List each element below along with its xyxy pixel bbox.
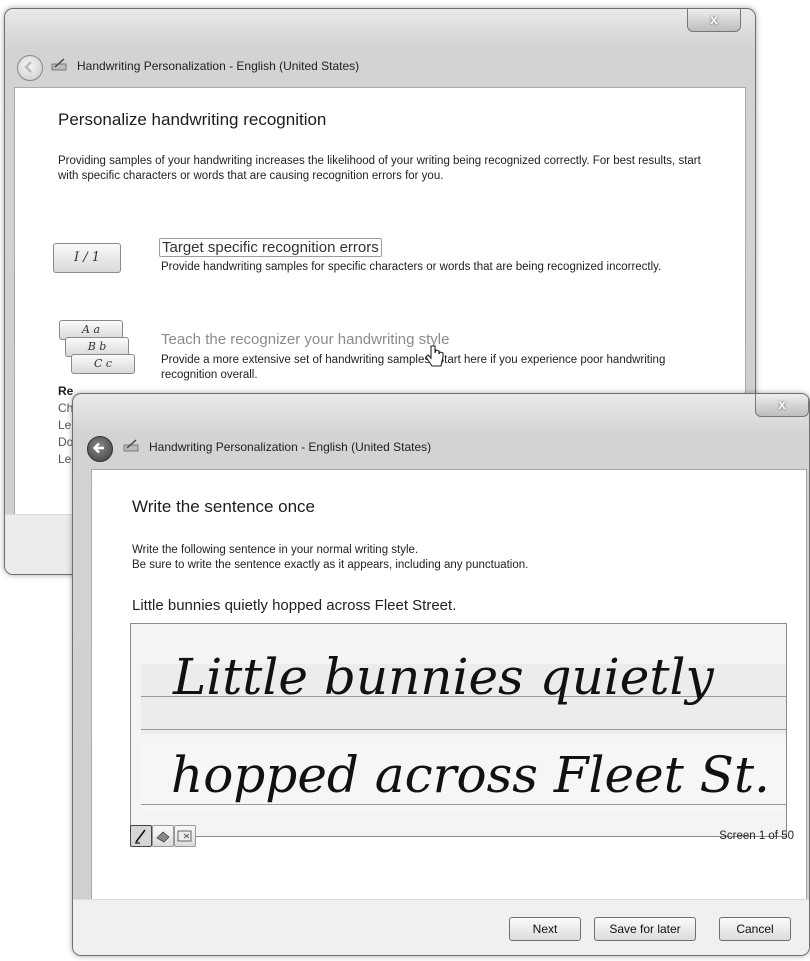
clear-tool-button[interactable] <box>174 825 196 847</box>
content-panel: Write the sentence once Write the follow… <box>91 469 807 903</box>
cut-off-link[interactable]: Le <box>58 418 71 432</box>
screen-counter: Screen 1 of 50 <box>719 830 794 842</box>
cancel-button[interactable]: Cancel <box>719 917 791 941</box>
card-c: C c <box>71 354 135 374</box>
write-sentence-window: x Handwriting Personalization - English … <box>72 393 810 956</box>
back-arrow-icon <box>24 61 32 73</box>
cut-off-link[interactable]: Le <box>58 452 71 466</box>
intro-text: Providing samples of your handwriting in… <box>58 155 701 182</box>
ink-line-2: hopped across Fleet St. <box>171 746 770 804</box>
instruction-line-1: Write the following sentence in your nor… <box>132 544 419 556</box>
hand-cursor-icon <box>425 345 444 367</box>
back-button[interactable] <box>17 55 43 81</box>
pen-tablet-icon <box>123 439 139 452</box>
next-button[interactable]: Next <box>509 917 581 941</box>
pen-tablet-icon <box>51 58 67 71</box>
target-errors-link[interactable]: Target specific recognition errors <box>159 238 382 257</box>
target-sentence: Little bunnies quietly hopped across Fle… <box>132 597 457 614</box>
window-title: Handwriting Personalization - English (U… <box>149 440 432 454</box>
handwriting-input-pad[interactable]: Little bunnies quietly hopped across Fle… <box>130 623 787 837</box>
pen-tool-button[interactable] <box>130 825 152 847</box>
page-heading: Write the sentence once <box>132 497 316 516</box>
pen-icon <box>135 829 146 844</box>
save-for-later-button[interactable]: Save for later <box>594 917 696 941</box>
stacked-cards-icon: A a B b C c <box>59 320 139 384</box>
window-title: Handwriting Personalization - English (U… <box>77 59 360 73</box>
teach-recognizer-link[interactable]: Teach the recognizer your handwriting st… <box>161 331 450 348</box>
handwriting-ink: Little bunnies quietly hopped across Fle… <box>171 648 770 804</box>
ink-line-1: Little bunnies quietly <box>172 648 714 706</box>
instruction-line-2: Be sure to write the sentence exactly as… <box>132 559 529 571</box>
back-button[interactable] <box>87 436 113 462</box>
cut-off-heading: Re <box>58 384 74 398</box>
target-errors-description: Provide handwriting samples for specific… <box>161 261 662 273</box>
eraser-icon <box>156 831 170 843</box>
close-button[interactable]: x <box>687 9 741 32</box>
back-arrow-icon <box>92 442 104 454</box>
eraser-tool-button[interactable] <box>152 825 174 847</box>
close-button[interactable]: x <box>755 394 809 417</box>
footer-bar: Next Save for later Cancel <box>73 899 809 955</box>
clear-icon <box>177 830 192 842</box>
page-heading: Personalize handwriting recognition <box>58 110 327 129</box>
character-grid-icon: I / 1 <box>53 243 121 273</box>
